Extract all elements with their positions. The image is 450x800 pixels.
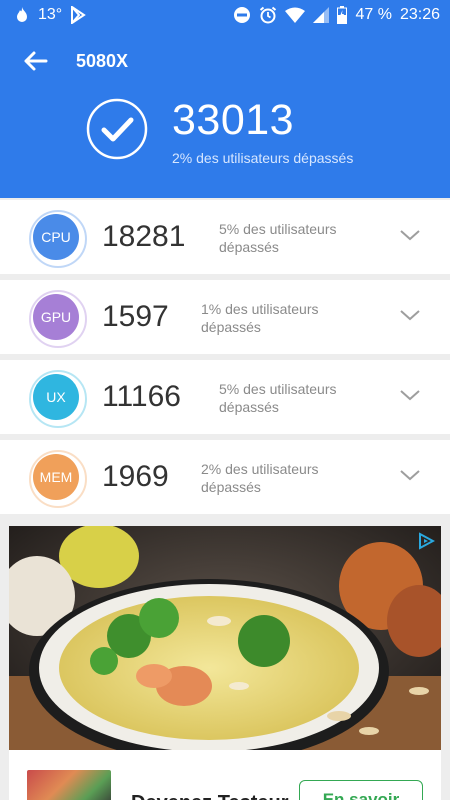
cpu-badge: CPU — [29, 210, 87, 268]
gpu-score: 1597 — [102, 300, 169, 333]
chevron-down-icon[interactable] — [400, 308, 420, 322]
status-bar-left: 13° — [14, 6, 87, 24]
ad-thumbnail[interactable] — [27, 770, 111, 800]
score-row-ux[interactable]: UX 11166 5% des utilisateurs dépassés — [0, 360, 450, 434]
mem-description: 2% des utilisateurs dépassés — [201, 461, 319, 495]
total-score-subtitle: 2% des utilisateurs dépassés — [172, 150, 354, 166]
gpu-badge: GPU — [29, 290, 87, 348]
score-row-mem[interactable]: MEM 1969 2% des utilisateurs dépassés — [0, 440, 450, 514]
cpu-score: 18281 — [102, 220, 186, 253]
wifi-icon — [285, 7, 306, 23]
gpu-description: 1% des utilisateurs dépassés — [201, 301, 319, 335]
ad-title[interactable]: Devenez Testeur — [131, 792, 288, 800]
score-header: 5080X 33013 2% des utilisateurs dépassés — [0, 32, 450, 198]
total-score: 33013 — [172, 96, 295, 144]
play-store-icon — [71, 6, 87, 24]
score-row-cpu[interactable]: CPU 18281 5% des utilisateurs dépassés — [0, 200, 450, 274]
ux-description: 5% des utilisateurs dépassés — [219, 381, 337, 415]
checkmark-circle-icon — [86, 98, 148, 160]
ad-learn-more-button[interactable]: En savoir — [299, 780, 423, 800]
mem-score: 1969 — [102, 460, 169, 493]
battery-icon — [337, 6, 348, 24]
ad-choices-icon[interactable] — [417, 532, 435, 550]
chevron-down-icon[interactable] — [400, 468, 420, 482]
score-row-gpu[interactable]: GPU 1597 1% des utilisateurs dépassés — [0, 280, 450, 354]
ad-card[interactable]: Devenez Testeur En savoir — [9, 526, 441, 800]
ux-badge: UX — [29, 370, 87, 428]
status-bar: 13° 47 % 23:26 — [0, 0, 450, 32]
cpu-description: 5% des utilisateurs dépassés — [219, 221, 337, 255]
signal-icon — [313, 7, 330, 23]
back-arrow-icon[interactable] — [20, 46, 50, 76]
chevron-down-icon[interactable] — [400, 228, 420, 242]
device-title: 5080X — [76, 51, 129, 71]
ux-score: 11166 — [102, 380, 181, 413]
ad-food-image[interactable] — [9, 526, 441, 750]
mem-badge: MEM — [29, 450, 87, 508]
alarm-icon — [260, 6, 277, 24]
clock: 23:26 — [399, 6, 440, 23]
battery-percent: 47 % — [355, 6, 392, 23]
flame-icon — [17, 7, 27, 22]
chevron-down-icon[interactable] — [400, 388, 420, 402]
temperature: 13° — [38, 6, 63, 23]
status-bar-right: 47 % 23:26 — [233, 6, 440, 24]
do-not-disturb-icon — [234, 7, 251, 23]
